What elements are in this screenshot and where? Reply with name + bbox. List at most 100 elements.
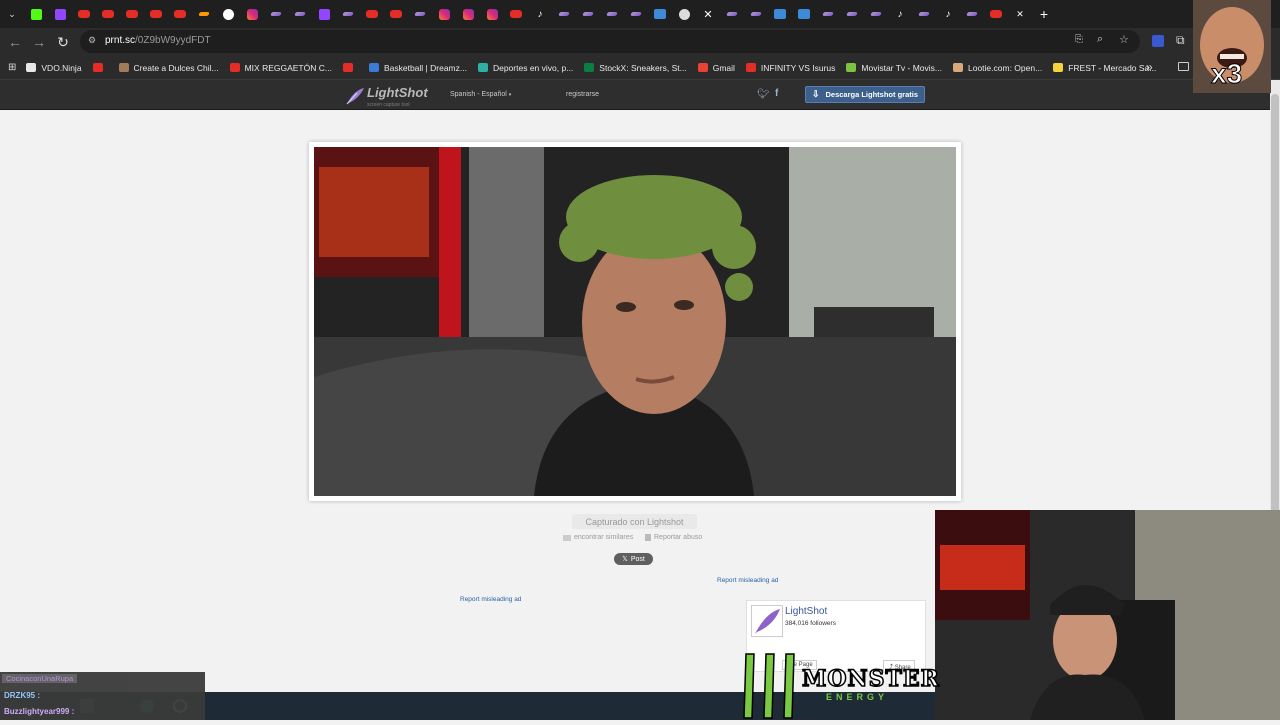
browser-tab[interactable] [24,0,48,28]
tab-search-dropdown[interactable]: ⌄ [0,0,24,28]
browser-tab[interactable] [432,0,456,28]
site-info-icon[interactable]: ⚙ [88,35,96,46]
register-link[interactable]: registrarse [566,91,599,98]
browser-tab[interactable] [792,0,816,28]
browser-tab[interactable] [504,0,528,28]
browser-tab[interactable] [744,0,768,28]
bookmark-item[interactable]: VDO.Ninja [26,63,82,73]
browser-tab[interactable] [144,0,168,28]
extension-icon[interactable] [1152,35,1164,47]
spotify-icon [222,8,234,20]
image-icon [654,9,666,19]
bookmark-item[interactable]: Basketball | Dreamz... [368,63,467,73]
report-misleading-ad-link[interactable]: Report misleading ad [460,596,521,603]
pen-icon [582,12,594,16]
browser-tab[interactable] [768,0,792,28]
bookmark-item[interactable]: Gmail [697,63,735,73]
image-icon [774,9,786,19]
twitter-icon[interactable]: 🐦︎ [757,89,770,100]
browser-tab[interactable] [672,0,696,28]
bookmark-item[interactable]: INFINITY VS Isurus [745,63,835,73]
youtube-icon [78,10,90,18]
browser-tab[interactable]: ♪ [528,0,552,28]
screenshot-image[interactable] [314,147,956,496]
youtube-icon [174,10,186,18]
bookmark-item[interactable]: MIX REGGAETÓN C... [229,63,332,73]
close-tab-button[interactable]: ✕ [1008,0,1032,28]
twitch-icon [54,8,66,20]
address-bar[interactable]: ⚙ prnt.sc/0Z9bW9yydFDT ⎘ ⌕ ☆ [80,30,1140,53]
browser-tab[interactable] [552,0,576,28]
bookmark-item[interactable]: Lootie.com: Open... [953,63,1042,73]
tiktok-icon: ♪ [897,8,903,20]
meme-overlay: x3 [1193,0,1271,93]
bookmarks-bar: ⊞ VDO.Ninja Create a Dulces Chil... MIX RE… [0,56,1280,80]
logo-name: LightShot [367,85,428,100]
browser-tab[interactable] [864,0,888,28]
lightshot-logo[interactable]: LightShot screen capture tool [345,84,428,108]
x-post-button[interactable]: 𝕏 Post [614,553,653,565]
browser-tab[interactable] [288,0,312,28]
browser-tab[interactable] [480,0,504,28]
browser-tab[interactable] [48,0,72,28]
bookmark-item[interactable]: StockX: Sneakers, St... [584,63,687,73]
folder-icon[interactable] [1178,62,1189,71]
fb-page-name[interactable]: LightShot [785,606,827,617]
facebook-icon[interactable]: f [775,88,778,99]
browser-tab[interactable] [408,0,432,28]
extensions-puzzle-icon[interactable]: ⧉ [1176,33,1185,48]
browser-tab[interactable] [216,0,240,28]
browser-tab[interactable] [360,0,384,28]
browser-tab[interactable]: ♪ [888,0,912,28]
apps-grid-icon[interactable]: ⊞ [8,62,16,73]
bookmark-item[interactable]: Create a Dulces Chil... [118,63,219,73]
forward-button[interactable]: → [27,30,51,54]
browser-tab[interactable] [384,0,408,28]
language-selector[interactable]: Spanish - Español ▾ [450,91,511,98]
bookmark-favicon-icon [953,63,963,72]
browser-tab[interactable]: ♪ [936,0,960,28]
pen-icon [870,12,882,16]
browser-tab[interactable]: ✕ [696,0,720,28]
browser-tab[interactable] [336,0,360,28]
reload-icon: ↻ [57,33,69,50]
browser-tab[interactable] [600,0,624,28]
browser-tab[interactable] [576,0,600,28]
new-tab-button[interactable]: + [1032,0,1056,28]
browser-tab[interactable] [240,0,264,28]
browser-tab[interactable] [984,0,1008,28]
browser-tab[interactable] [720,0,744,28]
find-similar-link[interactable]: encontrar similares [563,534,633,541]
more-bookmarks-button[interactable]: » [1146,60,1153,74]
bookmark-favicon-icon [368,63,379,72]
browser-tab[interactable] [72,0,96,28]
browser-tab[interactable] [960,0,984,28]
bookmark-star-icon[interactable]: ☆ [1119,33,1129,46]
bookmark-item[interactable]: Movistar Tv - Movis... [846,63,942,73]
browser-tab[interactable] [456,0,480,28]
browser-tab[interactable] [312,0,336,28]
browser-tab[interactable] [648,0,672,28]
browser-tab[interactable] [192,0,216,28]
bookmark-item[interactable] [92,63,108,72]
zoom-icon[interactable]: ⌕ [1097,33,1103,46]
browser-tab[interactable] [264,0,288,28]
browser-tab[interactable] [840,0,864,28]
report-misleading-ad-link[interactable]: Report misleading ad [717,577,778,584]
reload-button[interactable]: ↻ [51,30,75,54]
browser-tab[interactable] [120,0,144,28]
lightshot-avatar[interactable] [751,605,783,637]
download-lightshot-button[interactable]: ⇩ Descarga Lightshot gratis [805,86,925,103]
back-button[interactable]: ← [3,30,27,54]
browser-tab[interactable] [816,0,840,28]
instagram-icon [438,8,450,20]
install-app-icon[interactable]: ⎘ [1075,34,1083,45]
browser-tab[interactable] [624,0,648,28]
browser-tab[interactable] [96,0,120,28]
report-abuse-link[interactable]: Reportar abuso [645,534,702,541]
bookmark-item[interactable] [342,63,358,72]
bookmark-item[interactable]: Deportes en vivo, p... [477,63,573,73]
browser-tab[interactable] [912,0,936,28]
browser-tab[interactable] [168,0,192,28]
bookmark-item[interactable]: FREST - Mercado Sa... [1053,63,1156,73]
